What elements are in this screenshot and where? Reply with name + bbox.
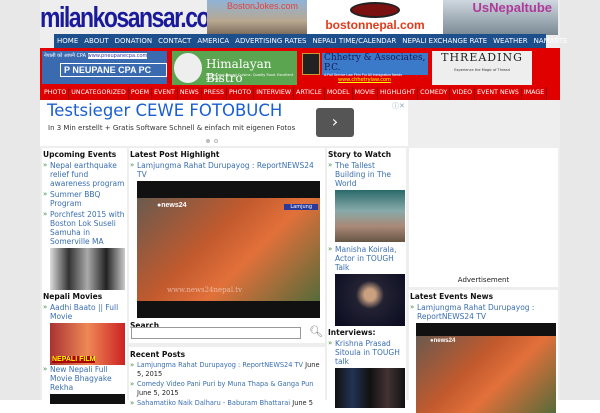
ad-dot[interactable] <box>214 139 218 143</box>
recent-post-item[interactable]: Sahamatiko Naik Dalharu - Baburam Bhatta… <box>129 399 325 408</box>
cpa-tagline: नेपाली को आफ्नै CPA <box>44 53 87 59</box>
cat-comedy[interactable]: COMEDY <box>418 87 451 100</box>
bostonnepal-logo-icon <box>350 2 400 18</box>
himalayan-bistro-sponsor[interactable]: Himalayan Bistro Indian and Nepali Cuisi… <box>172 51 297 85</box>
latest-post-heading: Latest Post Highlight <box>130 150 220 159</box>
news24-logo-icon: ●news24 <box>157 202 187 209</box>
cat-news[interactable]: NEWS <box>177 87 202 100</box>
nav-nepali-time[interactable]: NEPALI TIME/CALENDAR <box>313 37 397 45</box>
cat-article[interactable]: ARTICLE <box>294 87 325 100</box>
cat-event-news[interactable]: EVENT NEWS <box>475 87 522 100</box>
nav-exchange-rate[interactable]: NEPALI EXCHANGE RATE <box>402 37 487 45</box>
usnepaltube-banner[interactable]: UsNepaltube <box>443 0 558 35</box>
nepali-movies-heading: Nepali Movies <box>43 292 103 301</box>
nav-contact[interactable]: CONTACT <box>158 37 191 45</box>
interview-item[interactable]: Krishna Prasad Sitoula in TOUGH talk <box>327 339 406 366</box>
highlight-video[interactable]: ●news24 Lamjung www.news24nepal.tv <box>137 181 320 318</box>
cat-poem[interactable]: POEM <box>128 87 153 100</box>
upcoming-events-heading: Upcoming Events <box>43 150 117 159</box>
story-to-watch-heading: Story to Watch <box>328 150 392 159</box>
movie-item[interactable]: New Nepali Full Movie Bhagyake Rekha <box>42 365 127 392</box>
cpa-name: P NEUPANE CPA PC <box>60 63 167 77</box>
upcoming-event-item[interactable]: Nepal earthquake relief fund awareness p… <box>42 161 127 188</box>
movie-poster[interactable]: NEPALI FILM <box>50 323 125 365</box>
search-icon[interactable]: 🔍︎ <box>309 325 323 338</box>
bostonnepal-banner[interactable]: bostonnepal.com <box>307 0 443 35</box>
cpa-sponsor[interactable]: नेपाली को आफ्नै CPA www.pneupanecpa.com … <box>42 51 167 84</box>
news24-logo-icon: ●news24 <box>430 338 456 344</box>
ad-banner[interactable]: Testsieger CEWE FOTOBUCH In 3 Min erstel… <box>40 100 408 146</box>
bostonjokes-banner[interactable]: BostonJokes.com <box>207 0 307 35</box>
cat-uncategorized[interactable]: UNCATEGORIZED <box>69 87 129 100</box>
recent-post-item[interactable]: Comedy Video Pani Puri by Muna Thapa & G… <box>129 380 325 397</box>
ad-text: In 3 Min erstellt + Gratis Software Schn… <box>48 124 296 132</box>
bistro-logo-icon <box>174 53 202 83</box>
upcoming-event-item[interactable]: Summer BBQ Program <box>42 190 127 208</box>
left-column: Upcoming Events Nepal earthquake relief … <box>42 148 127 404</box>
latest-events-news: Latest Events News Lamjungma Rahat Durup… <box>409 290 558 413</box>
cat-model[interactable]: MODEL <box>324 87 353 100</box>
cat-video[interactable]: VIDEO <box>450 87 476 100</box>
interview-thumbnail[interactable] <box>335 368 405 408</box>
story-thumbnail[interactable] <box>335 190 405 242</box>
interviews-heading: Interviews: <box>328 328 376 337</box>
latest-events-news-heading: Latest Events News <box>410 292 494 301</box>
law-logo-icon <box>302 53 320 75</box>
advertisement-box[interactable]: Advertisement <box>409 148 558 287</box>
movie-thumbnail[interactable] <box>50 394 125 404</box>
ad-next-button[interactable]: › <box>316 108 354 137</box>
recent-posts-heading: Recent Posts <box>130 350 186 359</box>
search-input[interactable] <box>131 327 301 339</box>
ad-title[interactable]: Testsieger CEWE FOTOBUCH <box>47 101 282 120</box>
ad-dot-active[interactable] <box>206 139 210 143</box>
cat-press[interactable]: PRESS <box>201 87 227 100</box>
nav-namaste[interactable]: NAMASTE <box>534 37 568 45</box>
nav-about[interactable]: ABOUT <box>84 37 108 45</box>
recent-post-item[interactable]: Lamjungma Rahat Durupayog : ReportNEWS24… <box>129 361 325 378</box>
story-thumbnail[interactable] <box>335 274 405 326</box>
recent-posts: Recent Posts Lamjungma Rahat Durupayog :… <box>129 348 325 410</box>
cat-highlight[interactable]: HIGHLIGHT <box>378 87 419 100</box>
cpa-url[interactable]: www.pneupanecpa.com <box>87 53 148 59</box>
cat-movie[interactable]: MOVIE <box>352 87 379 100</box>
middle-column: Latest Post Highlight Lamjungma Rahat Du… <box>129 148 325 407</box>
story-item[interactable]: The Tallest Building in The World <box>327 161 406 188</box>
ad-close-icon[interactable]: ⓘ✕ <box>392 101 405 111</box>
nav-home[interactable]: HOME <box>57 37 78 45</box>
category-bar: PHOTO UNCATEGORIZED POEM EVENT NEWS PRESS PHOT… <box>42 87 548 100</box>
cat-interview[interactable]: INTERVIEW <box>254 87 295 100</box>
event-photo[interactable] <box>50 248 125 290</box>
cat-image[interactable]: IMAGE <box>521 87 548 100</box>
events-news-link[interactable]: Lamjungma Rahat Durupayog : ReportNEWS24… <box>409 303 558 321</box>
chhetry-law-sponsor[interactable]: Chhetry & Associates, P.C. A Full Service… <box>302 51 428 86</box>
nav-weather[interactable]: WEATHER <box>493 37 527 45</box>
story-column: Story to Watch The Tallest Building in T… <box>327 148 406 408</box>
cat-photo-2[interactable]: PHOTO <box>226 87 255 100</box>
story-item[interactable]: Manisha Koirala, Actor in TOUGH Talk <box>327 245 406 272</box>
threading-sponsor[interactable]: THREADING Experience the Magic of Thread <box>432 51 532 85</box>
upcoming-event-item[interactable]: Porchfest 2015 with Boston Lok Suseli Sa… <box>42 210 127 246</box>
movie-item[interactable]: Aadhi Baato || Full Movie <box>42 303 127 321</box>
nav-america[interactable]: AMERICA <box>197 37 229 45</box>
nav-advertising-rates[interactable]: ADVERTISING RATES <box>235 37 306 45</box>
highlight-post-link[interactable]: Lamjungma Rahat Durupayog : ReportNEWS24… <box>129 161 325 179</box>
nav-donation[interactable]: DONATION <box>115 37 152 45</box>
main-nav: HOME ABOUT DONATION CONTACT AMERICA ADVERTISI… <box>54 34 568 48</box>
cat-photo[interactable]: PHOTO <box>42 87 70 100</box>
cat-event[interactable]: EVENT <box>152 87 178 100</box>
